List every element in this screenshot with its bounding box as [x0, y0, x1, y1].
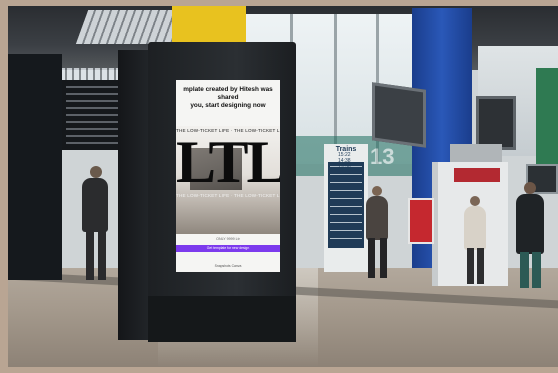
- person-standing: [516, 194, 544, 254]
- screen-subtext: ONLY 9999 Ltr: [216, 237, 240, 241]
- billboard-screen: mplate created by Hitesh was shared you,…: [176, 80, 280, 272]
- person-leg: [477, 248, 484, 284]
- kiosk-top: [450, 144, 502, 164]
- screen-footer: Snapshots Canva: [214, 264, 242, 268]
- vending-machine: [408, 198, 434, 244]
- person-head: [372, 186, 382, 196]
- departures-rows: [330, 166, 362, 246]
- ceiling-skylight: [75, 10, 187, 44]
- billboard-base: [148, 296, 296, 342]
- person-walking: [366, 196, 388, 240]
- info-board-lines: [66, 86, 120, 146]
- ticker-bottom: THE LOW-TICKET LIFE · THE LOW-TICKET LIF…: [176, 193, 280, 198]
- person-leg: [98, 230, 106, 280]
- person-standing: [464, 206, 486, 250]
- billboard-message: mplate created by Hitesh was shared you,…: [183, 86, 273, 109]
- kiosk-red-panel: [454, 168, 500, 182]
- departure-time: 15:50: [338, 164, 351, 170]
- logo-text: LTL: [176, 129, 280, 195]
- person-head: [524, 182, 536, 194]
- person-head: [470, 196, 480, 206]
- cta-button: Get template for new design: [176, 245, 280, 252]
- person-walking: [82, 178, 108, 232]
- person-leg: [86, 230, 94, 280]
- hanging-monitor: [476, 96, 516, 150]
- hanging-monitor: [372, 82, 426, 148]
- station-scene: 13 Trains 15:22 14:38 15:50 mplate create…: [8, 6, 558, 367]
- person-leg: [532, 252, 541, 288]
- side-panel: [8, 54, 62, 280]
- person-leg: [368, 238, 375, 278]
- person-leg: [467, 248, 474, 284]
- platform-number: 13: [370, 144, 395, 169]
- person-head: [90, 166, 102, 178]
- person-leg: [520, 252, 529, 288]
- departures-times: 15:22 14:38 15:50: [338, 152, 368, 170]
- person-leg: [380, 238, 387, 278]
